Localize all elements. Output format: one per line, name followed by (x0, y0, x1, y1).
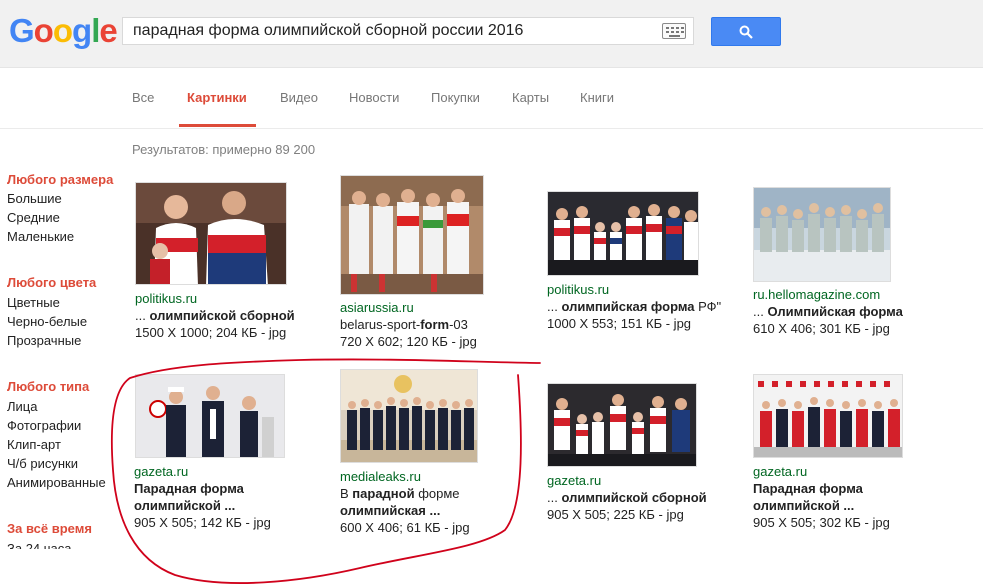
filter-color-color[interactable]: Цветные (7, 295, 60, 310)
filter-size-header[interactable]: Любого размера (7, 172, 113, 187)
filter-type-faces[interactable]: Лица (7, 399, 37, 414)
result-caption: Парадная форма (753, 481, 863, 496)
result-source[interactable]: ru.hellomagazine.com (753, 287, 880, 302)
result-caption: ... олимпийской сборной (135, 308, 295, 323)
tab-images[interactable]: Картинки (187, 90, 247, 105)
tab-news[interactable]: Новости (349, 90, 399, 105)
result-caption: ... Олимпийская форма (753, 304, 903, 319)
result-caption: Парадная форма (134, 481, 244, 496)
result-meta: 600 X 406; 61 КБ - jpg (340, 520, 470, 535)
result-source[interactable]: politikus.ru (547, 282, 609, 297)
tab-books[interactable]: Книги (580, 90, 614, 105)
filter-size-large[interactable]: Большие (7, 191, 62, 206)
result-caption: ... олимпийской сборной (547, 490, 707, 505)
filter-type-animated[interactable]: Анимированные (7, 475, 106, 490)
result-thumbnail[interactable] (340, 369, 478, 463)
result-source[interactable]: gazeta.ru (134, 464, 188, 479)
filter-time-24h[interactable]: За 24 часа (7, 541, 72, 549)
result-meta: 720 X 602; 120 КБ - jpg (340, 334, 477, 349)
top-bar: Google парадная форма олимпийской сборно… (0, 0, 983, 68)
result-meta: 905 X 505; 142 КБ - jpg (134, 515, 271, 530)
keyboard-icon[interactable] (662, 23, 686, 39)
search-input[interactable]: парадная форма олимпийской сборной росси… (133, 18, 653, 44)
filter-time-header[interactable]: За всё время (7, 521, 92, 536)
result-caption-line2: олимпийская ... (340, 503, 441, 518)
result-caption: В парадной форме (340, 486, 460, 501)
search-box[interactable]: парадная форма олимпийской сборной росси… (122, 17, 694, 45)
result-thumbnail[interactable] (753, 187, 891, 282)
tab-video[interactable]: Видео (280, 90, 318, 105)
filter-color-bw[interactable]: Черно-белые (7, 314, 87, 329)
results-count: Результатов: примерно 89 200 (132, 142, 316, 157)
filter-size-small[interactable]: Маленькие (7, 229, 74, 244)
result-thumbnail[interactable] (340, 175, 484, 295)
result-thumbnail[interactable] (547, 191, 699, 276)
filter-type-clipart[interactable]: Клип-арт (7, 437, 61, 452)
result-source[interactable]: politikus.ru (135, 291, 197, 306)
search-button[interactable] (711, 17, 781, 46)
magnifier-icon (739, 25, 753, 39)
result-caption: belarus-sport-form-03 (340, 317, 468, 332)
filter-size-medium[interactable]: Средние (7, 210, 60, 225)
result-thumbnail[interactable] (135, 374, 285, 458)
result-thumbnail[interactable] (135, 182, 287, 285)
result-meta: 610 X 406; 301 КБ - jpg (753, 321, 890, 336)
result-source[interactable]: gazeta.ru (547, 473, 601, 488)
filter-type-photos[interactable]: Фотографии (7, 418, 81, 433)
result-meta: 1000 X 553; 151 КБ - jpg (547, 316, 692, 331)
filter-type-lineart[interactable]: Ч/б рисунки (7, 456, 78, 471)
tab-shopping[interactable]: Покупки (431, 90, 480, 105)
result-source[interactable]: asiarussia.ru (340, 300, 414, 315)
result-thumbnail[interactable] (547, 383, 697, 467)
filter-color-transparent[interactable]: Прозрачные (7, 333, 81, 348)
result-meta: 905 X 505; 225 КБ - jpg (547, 507, 684, 522)
result-source[interactable]: medialeaks.ru (340, 469, 421, 484)
result-caption-line2: олимпийской ... (134, 498, 236, 513)
google-logo[interactable]: Google (9, 12, 118, 50)
result-meta: 905 X 505; 302 КБ - jpg (753, 515, 890, 530)
search-tabs: Все Картинки Видео Новости Покупки Карты… (0, 68, 983, 129)
tab-all[interactable]: Все (132, 90, 154, 105)
filter-color-header[interactable]: Любого цвета (7, 275, 96, 290)
filter-type-header[interactable]: Любого типа (7, 379, 89, 394)
result-source[interactable]: gazeta.ru (753, 464, 807, 479)
tab-maps[interactable]: Карты (512, 90, 549, 105)
result-meta: 1500 X 1000; 204 КБ - jpg (135, 325, 287, 340)
result-caption-line2: олимпийской ... (753, 498, 855, 513)
active-tab-indicator (179, 124, 256, 127)
result-thumbnail[interactable] (753, 374, 903, 458)
result-caption: ... олимпийская форма РФ" (547, 299, 722, 314)
